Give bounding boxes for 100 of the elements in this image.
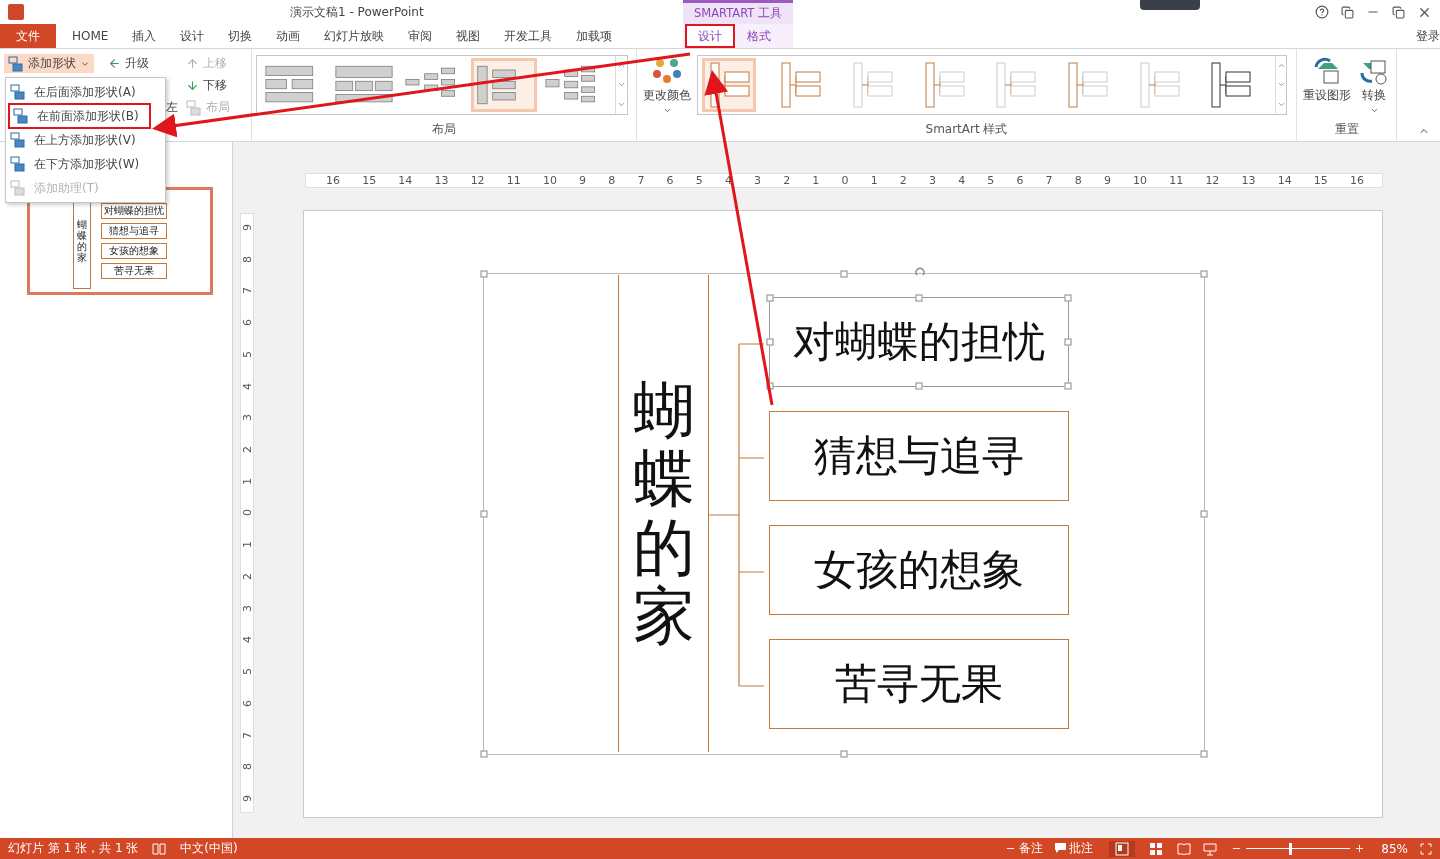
resize-handle[interactable]: [480, 270, 488, 278]
style-thumbnail-icon: [993, 62, 1038, 108]
sign-in-link[interactable]: 登录: [1416, 27, 1440, 45]
ribbon-tab[interactable]: 幻灯片放映: [312, 24, 397, 48]
ruler-number: 2: [241, 446, 253, 454]
ruler-number: 14: [1277, 175, 1292, 186]
arrow-up-icon: [186, 57, 199, 70]
add-shape-button[interactable]: 添加形状: [4, 54, 94, 73]
shape-text: 女孩的想象: [814, 544, 1024, 596]
ribbon-tab[interactable]: 插入: [120, 24, 169, 48]
style-thumbnail-icon: [850, 62, 895, 108]
ribbon-tab[interactable]: 设计: [685, 24, 735, 48]
normal-view-icon[interactable]: [1109, 840, 1136, 857]
add-shape-icon: [8, 55, 24, 72]
ruler-number: 7: [637, 175, 645, 186]
ribbon-tab[interactable]: 动画: [264, 24, 313, 48]
rotate-handle[interactable]: [914, 266, 926, 278]
help-icon[interactable]: [1315, 5, 1329, 19]
zoom-slider-thumb[interactable]: [1288, 842, 1292, 855]
add-shape-icon: [10, 84, 26, 100]
layout-option[interactable]: [471, 58, 537, 112]
resize-handle[interactable]: [1064, 294, 1072, 302]
ruler-number: 15: [1313, 175, 1328, 186]
ruler-number: 11: [1169, 175, 1184, 186]
convert-button[interactable]: 转换: [1357, 55, 1391, 117]
resize-handle[interactable]: [1200, 510, 1208, 518]
notes-button[interactable]: 备注: [999, 840, 1050, 857]
thumbnail-text: 猜想与追寻: [101, 223, 167, 239]
gallery-scrollbar[interactable]: [615, 56, 627, 114]
reading-view-icon[interactable]: [1177, 841, 1192, 856]
ribbon-tab[interactable]: 审阅: [396, 24, 445, 48]
arrow-down-icon: [186, 79, 199, 92]
zoom-in-icon[interactable]: [1354, 843, 1366, 854]
slideshow-icon[interactable]: [1203, 841, 1218, 856]
resize-handle[interactable]: [840, 750, 848, 758]
ruler-number: 7: [241, 731, 253, 739]
resize-handle[interactable]: [766, 338, 774, 346]
style-thumbnail-icon: [1208, 62, 1253, 108]
ruler-number: 3: [928, 175, 936, 186]
ribbon-tab[interactable]: 视图: [444, 24, 493, 48]
resize-handle[interactable]: [915, 382, 923, 390]
menu-item[interactable]: 在后面添加形状(A): [6, 80, 165, 104]
caret-icon: [1369, 106, 1379, 115]
move-down-button[interactable]: 下移: [182, 76, 231, 95]
caret-icon: [662, 106, 672, 115]
ribbon-tab[interactable]: 切换: [216, 24, 265, 48]
ruler-number: 3: [241, 414, 253, 422]
resize-handle[interactable]: [1200, 270, 1208, 278]
ruler-number: 5: [241, 350, 253, 358]
resize-handle[interactable]: [480, 510, 488, 518]
ruler-number: 0: [241, 509, 253, 517]
resize-handle[interactable]: [480, 750, 488, 758]
ribbon-tab[interactable]: 开发工具: [492, 24, 565, 48]
text-shape[interactable]: 苦寻无果: [769, 639, 1069, 729]
ruler-number: 4: [724, 175, 732, 186]
text-shape[interactable]: 女孩的想象: [769, 525, 1069, 615]
ruler-number: 4: [958, 175, 966, 186]
ruler-number: 6: [1016, 175, 1024, 186]
ribbon-tab[interactable]: HOME: [60, 24, 121, 48]
ruler-number: 7: [241, 287, 253, 295]
gallery-scrollbar[interactable]: [1275, 56, 1286, 114]
menu-item[interactable]: 在前面添加形状(B): [9, 104, 150, 128]
resize-handle[interactable]: [766, 294, 774, 302]
ruler-number: 13: [1241, 175, 1256, 186]
ribbon-tab[interactable]: 文件: [0, 24, 56, 48]
comments-button[interactable]: 批注: [1049, 840, 1100, 857]
ribbon-tab[interactable]: 加载项: [564, 24, 625, 48]
fit-to-window-icon[interactable]: [1420, 842, 1432, 855]
ruler-number: 1: [241, 477, 253, 485]
language-indicator: 中文(中国): [180, 840, 238, 857]
ruler-number: 2: [783, 175, 791, 186]
restore-icon[interactable]: [1392, 5, 1405, 19]
text-shape[interactable]: 猜想与追寻: [769, 411, 1069, 501]
zoom-level: 85%: [1381, 841, 1408, 856]
right-to-left-button[interactable]: 左: [162, 98, 182, 117]
resize-handle[interactable]: [840, 270, 848, 278]
promote-button[interactable]: 升级: [104, 54, 153, 73]
add-shape-icon: [13, 108, 29, 124]
style-thumbnail-icon: [778, 62, 823, 108]
change-colors-button[interactable]: 更改颜色: [641, 55, 693, 117]
ribbon-tab[interactable]: 格式: [735, 24, 783, 48]
resize-handle[interactable]: [915, 294, 923, 302]
ribbon-display-icon[interactable]: [1341, 5, 1354, 19]
menu-item[interactable]: 在上方添加形状(V): [6, 128, 165, 152]
ruler-number: 8: [241, 255, 253, 263]
text-shape[interactable]: 对蝴蝶的担忧: [769, 297, 1069, 387]
style-thumbnail-icon: [1065, 62, 1110, 108]
ruler-number: 0: [841, 175, 849, 186]
ruler-number: 10: [1133, 175, 1148, 186]
ruler-number: 4: [241, 382, 253, 390]
ruler-number: 7: [1045, 175, 1053, 186]
resize-handle[interactable]: [1064, 338, 1072, 346]
reset-graphic-button[interactable]: 重设图形: [1301, 55, 1353, 106]
ruler-number: 9: [1103, 175, 1111, 186]
menu-item[interactable]: 在下方添加形状(W): [6, 152, 165, 176]
resize-handle[interactable]: [1064, 382, 1072, 390]
resize-handle[interactable]: [1200, 750, 1208, 758]
slide-sorter-icon[interactable]: [1149, 841, 1164, 856]
ruler-number: 1: [812, 175, 820, 186]
ribbon-tab[interactable]: 设计: [168, 24, 217, 48]
